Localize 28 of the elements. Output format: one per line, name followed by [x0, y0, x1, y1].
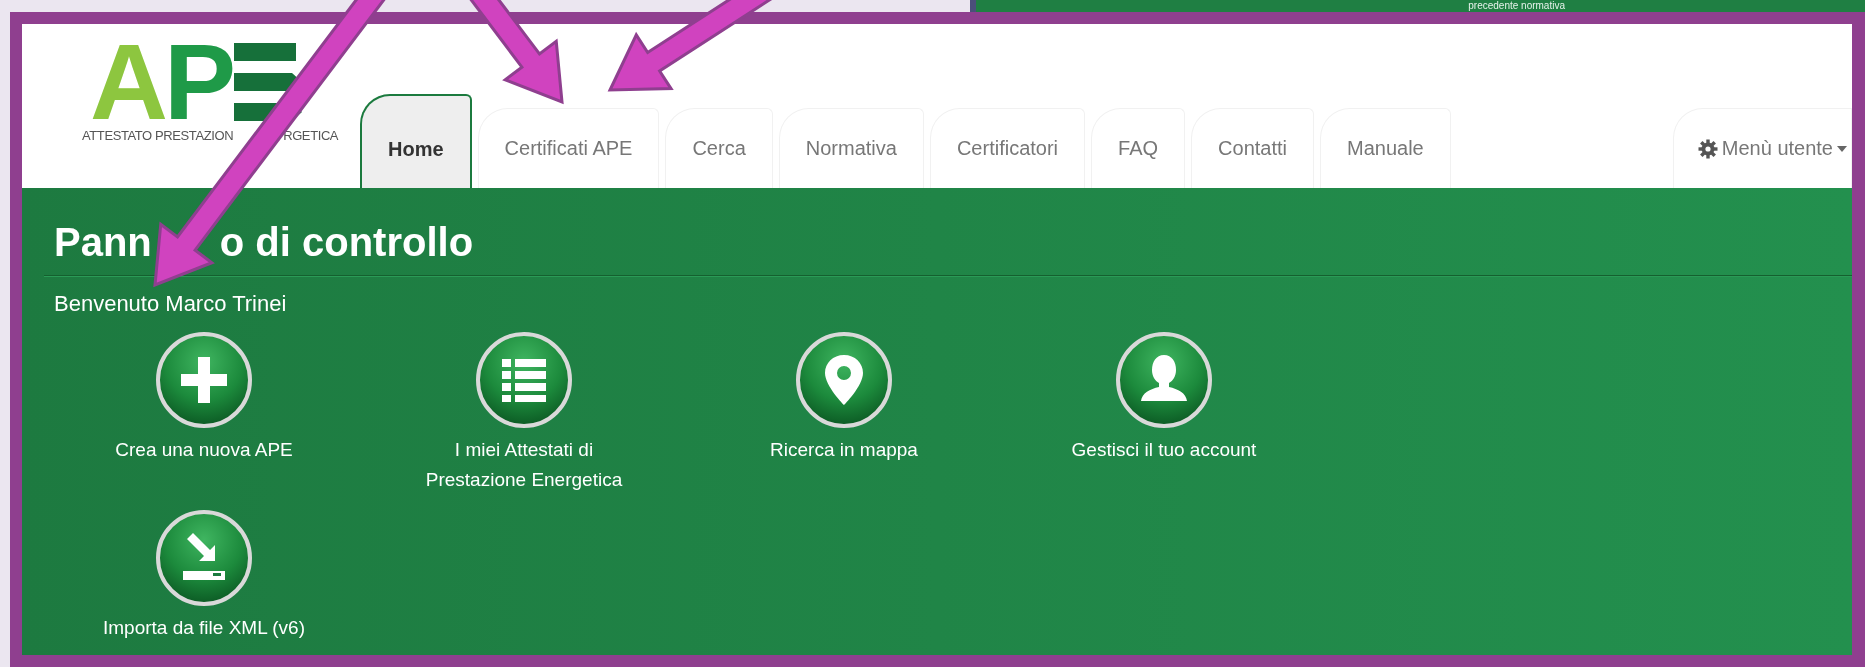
dashboard-action[interactable]: Crea una nuova APE: [54, 331, 354, 495]
logo-subtitle: ATTESTATO PRESTAZION: [82, 128, 234, 143]
background-text: precedente normativa: [1468, 0, 1565, 12]
list-icon: [475, 331, 573, 429]
logo-subtitle: RGETICA: [283, 128, 339, 143]
panel-title: Pann: [54, 219, 152, 266]
nav-tab[interactable]: FAQ: [1091, 108, 1186, 188]
caret-icon: [1837, 145, 1847, 152]
nav-tab[interactable]: Contatti: [1191, 108, 1314, 188]
dashboard-action[interactable]: Gestisci il tuo account: [1014, 331, 1314, 495]
dashboard-action[interactable]: Importa da file XML (v6): [54, 509, 354, 643]
user-menu-label: Menù utente: [1721, 137, 1833, 160]
nav-tab[interactable]: Normativa: [778, 108, 924, 188]
dashboard-action[interactable]: Ricerca in mappa: [694, 331, 994, 495]
nav-tab[interactable]: Home: [360, 94, 472, 188]
nav-tab[interactable]: Manuale: [1320, 108, 1451, 188]
settings-icon: [1697, 138, 1718, 159]
user-icon: [1115, 331, 1213, 429]
map-pin-icon: [795, 331, 893, 429]
panel-title: o di controllo: [219, 219, 474, 266]
plus-icon: [155, 331, 253, 429]
nav-tab[interactable]: Certificati APE: [477, 108, 660, 188]
nav-tab[interactable]: Certificatori: [929, 108, 1086, 188]
welcome-text: Benvenuto Marco Trinei: [54, 291, 288, 317]
nav-tab[interactable]: Cerca: [665, 108, 773, 188]
dashboard-action[interactable]: I miei Attestati di Prestazione Energetica: [374, 331, 674, 495]
logo: AP: [90, 40, 233, 124]
import-icon: [155, 509, 253, 607]
